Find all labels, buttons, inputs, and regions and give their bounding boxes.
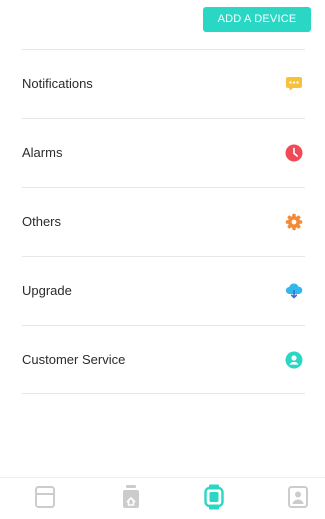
menu-item-label: Alarms	[22, 145, 63, 160]
menu-item-label: Upgrade	[22, 283, 72, 298]
cloud-download-icon	[285, 282, 303, 300]
gear-icon	[285, 213, 303, 231]
menu-item-others[interactable]: Others	[22, 187, 305, 256]
support-agent-icon	[285, 351, 303, 369]
top-bar: ADD A DEVICE	[0, 0, 325, 50]
bottom-tab-bar	[0, 477, 325, 519]
watch-icon	[204, 484, 224, 510]
settings-menu: Notifications Alarms Others Upgrade Cust…	[0, 49, 325, 394]
tab-profile[interactable]	[286, 484, 310, 510]
add-device-button[interactable]: ADD A DEVICE	[203, 7, 311, 32]
menu-item-label: Notifications	[22, 76, 93, 91]
menu-item-label: Others	[22, 214, 62, 229]
chat-bubble-icon	[285, 75, 303, 93]
menu-item-label: Customer Service	[22, 352, 126, 367]
clock-icon	[285, 144, 303, 162]
tab-watch[interactable]	[202, 484, 226, 510]
device-settings-screen: ADD A DEVICE Notifications Alarms Others…	[0, 0, 325, 519]
menu-item-customer-service[interactable]: Customer Service	[22, 325, 305, 394]
menu-item-upgrade[interactable]: Upgrade	[22, 256, 305, 325]
menu-item-notifications[interactable]: Notifications	[22, 49, 305, 118]
dashboard-icon	[35, 486, 55, 508]
home-device-icon	[123, 485, 139, 508]
menu-item-alarms[interactable]: Alarms	[22, 118, 305, 187]
profile-icon	[288, 486, 308, 508]
tab-dashboard[interactable]	[33, 484, 57, 510]
tab-home-device[interactable]	[119, 484, 143, 510]
